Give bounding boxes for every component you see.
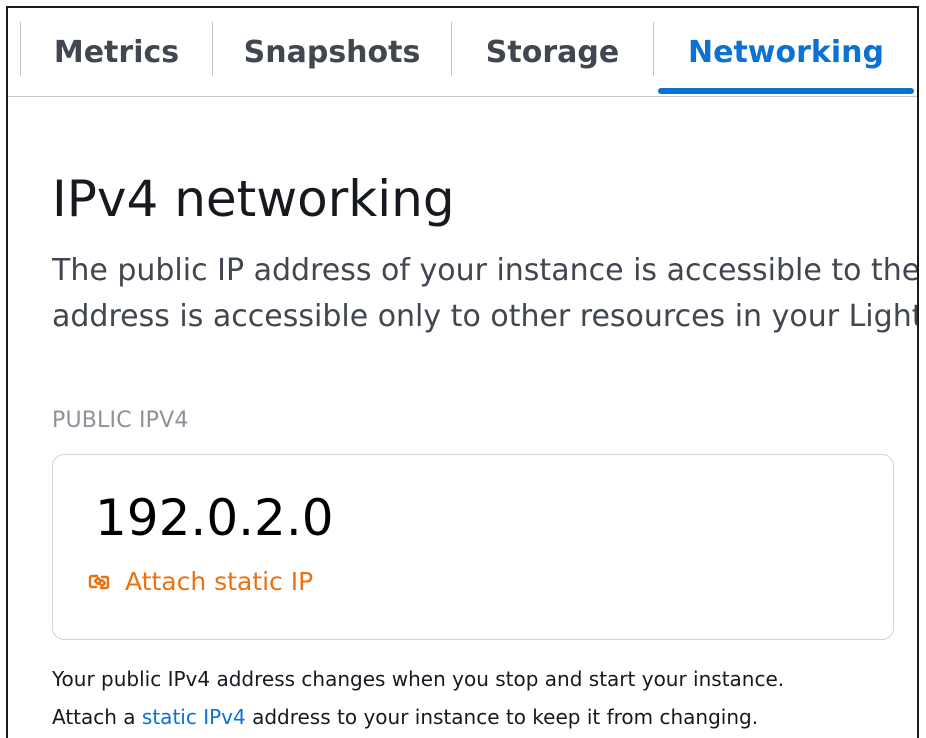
networking-panel: Metrics Snapshots Storage Networking IPv… bbox=[6, 6, 919, 738]
help-text-prefix: Attach a bbox=[52, 705, 142, 729]
help-line: Your public IPv4 address changes when yo… bbox=[52, 667, 785, 691]
tab-bar: Metrics Snapshots Storage Networking bbox=[8, 8, 917, 97]
help-text-suffix: address to your instance to keep it from… bbox=[245, 705, 759, 729]
help-text: Your public IPv4 address changes when yo… bbox=[52, 660, 912, 736]
description-line: address is accessible only to other reso… bbox=[52, 299, 919, 334]
description-line: The public IP address of your instance i… bbox=[52, 253, 919, 288]
help-line: Attach a static IPv4 address to your ins… bbox=[52, 698, 912, 736]
public-ipv4-card: 192.0.2.0 Attach static IP bbox=[52, 454, 894, 640]
tab-snapshots[interactable]: Snapshots bbox=[213, 8, 451, 96]
active-tab-indicator bbox=[658, 88, 914, 94]
section-title: IPv4 networking bbox=[52, 170, 455, 228]
public-ip-address: 192.0.2.0 bbox=[95, 489, 334, 547]
public-ipv4-label: PUBLIC IPV4 bbox=[52, 408, 189, 433]
attach-static-ip-link[interactable]: Attach static IP bbox=[87, 567, 313, 596]
tab-storage[interactable]: Storage bbox=[452, 8, 653, 96]
tab-networking[interactable]: Networking bbox=[654, 8, 917, 96]
static-ipv4-link[interactable]: static IPv4 bbox=[142, 705, 246, 729]
attach-static-ip-label: Attach static IP bbox=[125, 567, 314, 596]
tab-metrics[interactable]: Metrics bbox=[21, 8, 212, 96]
section-description: The public IP address of your instance i… bbox=[52, 248, 919, 340]
static-ip-link-icon bbox=[88, 574, 110, 589]
